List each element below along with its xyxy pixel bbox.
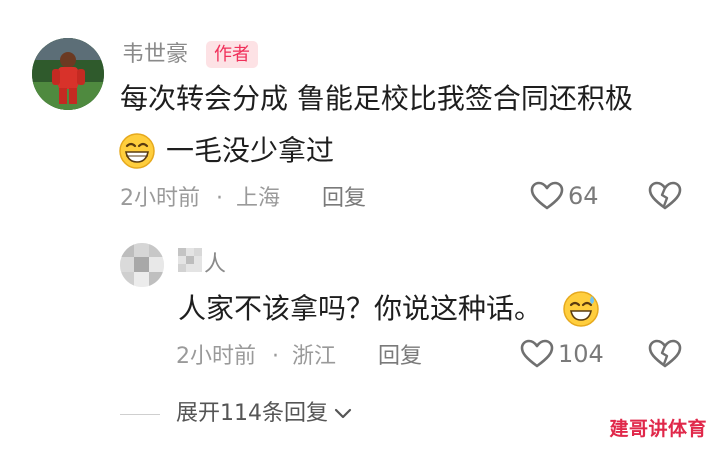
author-avatar[interactable] xyxy=(32,38,104,110)
comment-reply-button[interactable]: 回复 xyxy=(322,186,366,212)
comment-text-line2: 一毛没少拿过 xyxy=(166,134,335,167)
reply-avatar[interactable] xyxy=(120,243,164,287)
reply-reply-button[interactable]: 回复 xyxy=(378,344,422,370)
reply-text: 人家不该拿吗？你说这种话。 xyxy=(178,292,543,325)
author-avatar-image xyxy=(32,38,104,110)
broken-heart-icon xyxy=(648,181,682,210)
meta-dot: · xyxy=(216,186,223,211)
reply-location: 浙江 xyxy=(292,344,337,369)
blurred-avatar-image xyxy=(120,243,164,287)
comment-time: 2小时前 xyxy=(120,186,200,211)
broken-heart-icon xyxy=(648,339,682,368)
heart-icon xyxy=(530,181,564,210)
reply-author-name: 人 xyxy=(204,252,227,277)
chevron-down-icon xyxy=(334,408,352,419)
author-badge: 作者 xyxy=(206,41,258,68)
reply-like-button[interactable]: 104 xyxy=(520,339,604,369)
comment-like-count: 64 xyxy=(568,182,599,210)
reply-time: 2小时前 xyxy=(176,344,256,369)
expand-replies-button[interactable]: 展开114条回复 xyxy=(176,400,352,428)
reply-author-name-blurred[interactable]: 人 xyxy=(178,248,226,277)
watermark: 建哥讲体育 xyxy=(609,418,707,440)
comment-text-line1: 每次转会分成 鲁能足校比我签合同还积极 xyxy=(120,82,633,115)
expand-replies-label: 展开114条回复 xyxy=(176,401,328,426)
comment-location: 上海 xyxy=(236,186,281,211)
expand-divider xyxy=(120,414,160,415)
heart-icon xyxy=(520,339,554,368)
grin-emoji-icon xyxy=(118,132,156,170)
meta-dot: · xyxy=(272,344,279,369)
comment-dislike-button[interactable] xyxy=(648,181,682,215)
reply-like-count: 104 xyxy=(558,340,604,368)
blur-mosaic-icon xyxy=(178,248,202,272)
reply-dislike-button[interactable] xyxy=(648,339,682,373)
author-name[interactable]: 韦世豪 xyxy=(122,42,188,68)
grin-sweat-emoji-icon xyxy=(562,290,600,328)
comment-like-button[interactable]: 64 xyxy=(530,181,599,211)
